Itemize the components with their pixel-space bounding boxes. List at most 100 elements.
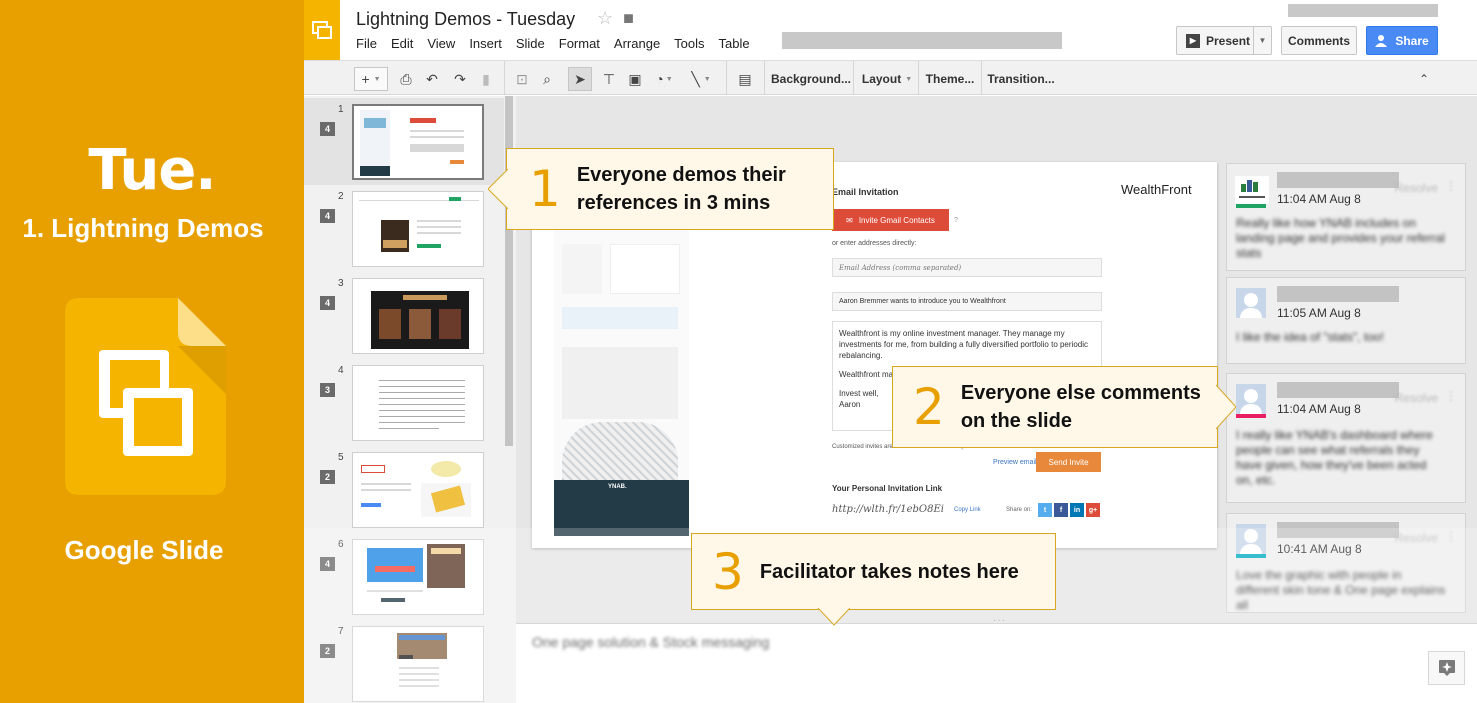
redacted-user-email: [1288, 4, 1438, 17]
send-invite-button: Send Invite: [1036, 452, 1101, 472]
person-add-icon: [1375, 34, 1388, 47]
callout-line: on the slide: [960, 410, 1072, 432]
email-address-field: Email Address (comma separated): [832, 258, 1102, 277]
zoom-fit-icon[interactable]: ⊡: [512, 67, 532, 91]
menu-file[interactable]: File: [356, 36, 377, 51]
redo-icon[interactable]: ↷: [450, 67, 470, 91]
menu-bar: File Edit View Insert Slide Format Arran…: [356, 36, 750, 51]
print-icon[interactable]: ⎙: [396, 67, 416, 91]
folder-icon[interactable]: ■: [623, 8, 634, 28]
banner-subtitle: 1. Lightning Demos: [22, 213, 264, 243]
paint-format-icon[interactable]: ▮: [476, 67, 496, 91]
new-slide-icon[interactable]: + ▼: [354, 67, 388, 91]
present-label: Present: [1206, 33, 1251, 48]
slide-number: 2: [338, 191, 344, 202]
present-button[interactable]: ▶ Present ▼: [1176, 26, 1272, 55]
mail-icon: ✉: [846, 215, 853, 225]
callout-text: Everyone demos their references in 3 min…: [577, 161, 786, 217]
comment-color-bar: [1236, 204, 1266, 208]
callout-pointer: [488, 169, 508, 209]
select-cursor-icon[interactable]: ➤: [568, 67, 592, 91]
play-icon: ▶: [1186, 33, 1200, 48]
comment-timestamp: 11:05 AM Aug 8: [1277, 306, 1361, 320]
callout-pointer: [1216, 385, 1236, 429]
slide-thumbnail-5[interactable]: 5 2: [304, 446, 504, 533]
present-dropdown-icon[interactable]: ▼: [1253, 27, 1271, 54]
resolve-button[interactable]: Resolve: [1395, 391, 1438, 405]
resolve-button[interactable]: Resolve: [1395, 181, 1438, 195]
slide-thumbnail-2[interactable]: 2 4: [304, 185, 504, 272]
slide-preview: [352, 104, 484, 180]
ynab-logo: YNAB.: [608, 484, 627, 490]
slide-number: 5: [338, 452, 344, 463]
toolbar-divider: [981, 61, 982, 95]
more-options-icon[interactable]: ⋮: [1445, 179, 1457, 193]
comments-button[interactable]: Comments: [1281, 26, 1357, 55]
email-invitation-heading: Email Invitation: [832, 187, 899, 197]
zoom-icon[interactable]: ⌕: [537, 67, 557, 91]
callout-number: 2: [913, 378, 945, 436]
comment-reply-card[interactable]: 11:05 AM Aug 8 I like the idea of "stats…: [1226, 277, 1466, 364]
banner-caption: Google Slide: [64, 535, 224, 565]
slide-thumbnail-4[interactable]: 4 3: [304, 359, 504, 446]
callout-text: Everyone else comments on the slide: [961, 379, 1201, 435]
menu-tools[interactable]: Tools: [674, 36, 704, 51]
image-icon[interactable]: ▣: [624, 67, 646, 91]
menu-view[interactable]: View: [427, 36, 455, 51]
comment-count-badge: 3: [320, 383, 335, 397]
comment-timestamp: 11:04 AM Aug 8: [1277, 402, 1361, 416]
theme-button[interactable]: Theme...: [922, 67, 978, 91]
redacted-menu-text: [782, 32, 1062, 49]
wealthfront-brand: WealthFront: [1121, 182, 1192, 197]
help-icon: ?: [954, 217, 958, 224]
redacted-author-name: [1277, 286, 1399, 302]
layout-label: Layout: [861, 72, 902, 86]
collapse-chevron-icon[interactable]: ⌃: [1412, 67, 1436, 91]
title-banner: Tue. 1. Lightning Demos Google Slide: [0, 0, 304, 703]
callout-number: 3: [712, 542, 744, 601]
callout-line: references in 3 mins: [576, 192, 771, 214]
menu-slide[interactable]: Slide: [516, 36, 545, 51]
preview-email-link: Preview email: [993, 459, 1037, 466]
invitation-link: http://wlth.fr/1ebO8Ei: [832, 504, 944, 515]
line-icon[interactable]: ╲ ▼: [684, 67, 718, 91]
callout-1: 1 Everyone demos their references in 3 m…: [488, 148, 834, 230]
star-icon[interactable]: ☆: [597, 8, 613, 28]
share-button[interactable]: Share: [1366, 26, 1438, 55]
menu-format[interactable]: Format: [559, 36, 600, 51]
slides-app-icon[interactable]: [304, 0, 340, 60]
shape-icon[interactable]: ◔ ▼: [649, 67, 679, 91]
slide-thumbnail-1[interactable]: 1 4: [304, 98, 504, 185]
slide-number: 1: [338, 104, 344, 115]
more-options-icon[interactable]: ⋮: [1445, 389, 1457, 403]
comment-icon[interactable]: ▤: [734, 67, 756, 91]
text-box-icon[interactable]: ⊤: [598, 67, 620, 91]
comment-timestamp: 11:04 AM Aug 8: [1277, 192, 1361, 206]
comment-card[interactable]: 11:04 AM Aug 8 Resolve ⋮ I really like Y…: [1226, 373, 1466, 503]
slide-thumbnail-3[interactable]: 3 4: [304, 272, 504, 359]
transition-button[interactable]: Transition...: [985, 67, 1057, 91]
undo-icon[interactable]: ↶: [422, 67, 442, 91]
comment-count-badge: 4: [320, 296, 335, 310]
share-on-label: Share on:: [1006, 507, 1033, 513]
toolbar-divider: [764, 61, 765, 95]
toolbar-divider: [504, 61, 505, 95]
callout-text: Facilitator takes notes here: [760, 558, 1019, 586]
toolbar-divider: [853, 61, 854, 95]
callout-2: 2 Everyone else comments on the slide: [892, 366, 1236, 448]
menu-edit[interactable]: Edit: [391, 36, 413, 51]
comment-count-badge: 4: [320, 209, 335, 223]
comment-card[interactable]: 11:04 AM Aug 8 Resolve ⋮ Really like how…: [1226, 163, 1466, 271]
callout-number: 1: [529, 160, 561, 218]
menu-insert[interactable]: Insert: [469, 36, 502, 51]
redacted-author-name: [1277, 172, 1399, 188]
slide-number: 4: [338, 365, 344, 376]
document-title[interactable]: Lightning Demos - Tuesday: [356, 9, 575, 30]
toolbar-divider: [726, 61, 727, 95]
layout-button[interactable]: Layout ▼: [857, 67, 917, 91]
menu-table[interactable]: Table: [719, 36, 750, 51]
comment-count-badge: 2: [320, 470, 335, 484]
menu-arrange[interactable]: Arrange: [614, 36, 660, 51]
background-button[interactable]: Background...: [768, 67, 854, 91]
share-label: Share: [1395, 33, 1429, 48]
